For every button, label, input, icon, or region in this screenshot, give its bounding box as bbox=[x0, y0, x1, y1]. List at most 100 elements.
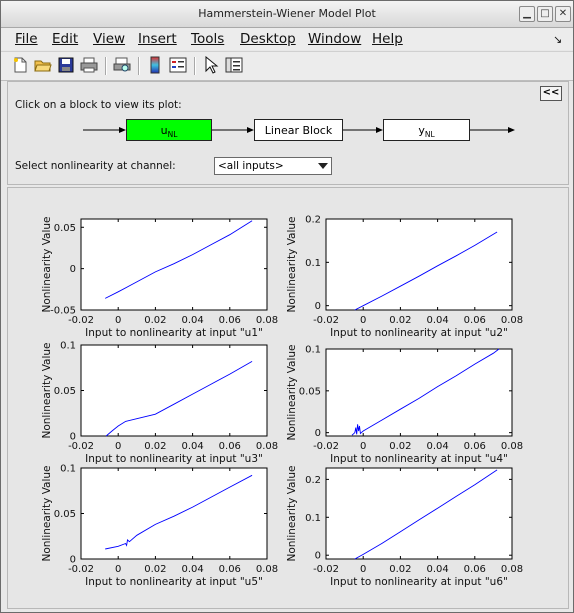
x-axis-label: Input to nonlinearity at input "u2" bbox=[330, 327, 508, 339]
x-axis-label: Input to nonlinearity at input "u3" bbox=[85, 453, 263, 465]
menu-desktop[interactable]: Desktop bbox=[240, 31, 296, 47]
menu-desktop-label: Desktop bbox=[240, 31, 296, 47]
x-tick-label: -0.02 bbox=[68, 564, 94, 575]
menu-insert[interactable]: Insert bbox=[138, 31, 177, 47]
y-tick-label: 0 bbox=[70, 432, 76, 443]
axes-box bbox=[80, 344, 268, 437]
y-axis-label: Nonlinearity Value bbox=[286, 465, 298, 561]
menu-window[interactable]: Window bbox=[308, 31, 361, 47]
x-tick-label: -0.02 bbox=[313, 564, 339, 575]
x-axis-label: Input to nonlinearity at input "u1" bbox=[85, 327, 263, 339]
block-label: Linear Block bbox=[264, 124, 333, 137]
menu-edit[interactable]: Edit bbox=[52, 31, 78, 47]
y-axis-label: Nonlinearity Value bbox=[41, 465, 53, 561]
x-tick-label: 0.06 bbox=[464, 441, 486, 452]
new-figure-icon[interactable] bbox=[11, 56, 29, 74]
menu-file[interactable]: File bbox=[15, 31, 38, 47]
x-tick-label: 0.08 bbox=[256, 441, 278, 452]
block-diagram-arrows bbox=[83, 127, 515, 133]
axes-box bbox=[325, 218, 513, 311]
y-tick-label: 0 bbox=[70, 264, 76, 275]
property-editor-icon[interactable] bbox=[225, 56, 243, 74]
x-axis-label: Input to nonlinearity at input "u4" bbox=[330, 453, 508, 465]
menu-tools-label: Tools bbox=[191, 31, 225, 47]
menu-help[interactable]: Help bbox=[372, 31, 403, 47]
x-tick-label: -0.02 bbox=[68, 441, 94, 452]
pointer-icon[interactable] bbox=[202, 56, 220, 74]
colorbar-icon[interactable] bbox=[146, 56, 164, 74]
x-tick-label: 0.02 bbox=[389, 441, 411, 452]
menu-tools[interactable]: Tools bbox=[191, 31, 224, 47]
x-tick-label: -0.02 bbox=[313, 315, 339, 326]
x-tick-label: 0.04 bbox=[426, 315, 448, 326]
y-tick-label: -0.05 bbox=[50, 306, 76, 317]
y-tick-label: 0.1 bbox=[305, 513, 321, 524]
x-tick-label: 0.08 bbox=[256, 564, 278, 575]
output-nonlinearity-block[interactable]: yNL bbox=[383, 119, 470, 141]
y-tick-label: 0.05 bbox=[54, 386, 76, 397]
x-tick-label: 0.06 bbox=[219, 441, 241, 452]
nonlinearity-plots: -0.02 0 0.02 0.04 0.06 0.08-0.0500.05Input to… bbox=[41, 215, 523, 589]
print-preview-icon[interactable] bbox=[113, 56, 131, 74]
y-tick-label: 0.1 bbox=[305, 345, 321, 356]
x-tick-label: 0 bbox=[360, 564, 366, 575]
x-tick-label: 0.06 bbox=[219, 315, 241, 326]
y-axis-label: Nonlinearity Value bbox=[286, 344, 298, 440]
y-tick-label: 0.05 bbox=[54, 223, 76, 234]
toolbar-separator bbox=[138, 57, 140, 75]
chevron-down-icon bbox=[318, 163, 328, 169]
x-tick-label: 0 bbox=[360, 315, 366, 326]
menu-file-label: File bbox=[15, 31, 38, 47]
x-tick-label: 0.08 bbox=[501, 441, 523, 452]
block-subscript: NL bbox=[424, 130, 435, 140]
menu-edit-label: Edit bbox=[52, 31, 79, 47]
toolbar-separator bbox=[105, 57, 107, 75]
y-tick-label: 0.1 bbox=[60, 464, 76, 475]
x-tick-label: 0.04 bbox=[181, 564, 203, 575]
print-icon[interactable] bbox=[80, 56, 98, 74]
channel-select-value: <all inputs> bbox=[218, 160, 284, 172]
y-tick-label: 0.05 bbox=[299, 386, 321, 397]
y-tick-label: 0.1 bbox=[60, 341, 76, 352]
x-tick-label: 0.02 bbox=[389, 564, 411, 575]
menu-window-label: Window bbox=[308, 31, 362, 47]
menu-help-label: Help bbox=[372, 31, 403, 47]
x-tick-label: 0.06 bbox=[219, 564, 241, 575]
close-icon[interactable]: ✕ bbox=[555, 6, 571, 22]
y-tick-label: 0 bbox=[70, 555, 76, 566]
linear-block[interactable]: Linear Block bbox=[254, 119, 343, 141]
block-diagram-panel: << Click on a block to view its plot: uN… bbox=[7, 81, 569, 185]
minimize-icon[interactable]: ▁ bbox=[519, 6, 535, 22]
block-label: u bbox=[160, 124, 168, 137]
menu-bar: File Edit View Insert Tools Desktop Wind… bbox=[1, 28, 573, 50]
channel-select[interactable]: <all inputs> bbox=[214, 157, 332, 175]
x-tick-label: 0.08 bbox=[501, 564, 523, 575]
legend-icon[interactable] bbox=[169, 56, 187, 74]
y-tick-label: 0 bbox=[315, 551, 321, 562]
open-file-icon[interactable] bbox=[34, 56, 52, 74]
plot-panel: -0.02 0 0.02 0.04 0.06 0.08 -0.05 0 0.05 Input to… bbox=[7, 187, 569, 609]
maximize-icon[interactable]: □ bbox=[537, 6, 553, 22]
x-tick-label: 0.02 bbox=[144, 441, 166, 452]
x-tick-label: 0.04 bbox=[181, 315, 203, 326]
input-nonlinearity-block[interactable]: uNL bbox=[126, 119, 212, 141]
dock-arrow-icon[interactable]: ↘ bbox=[553, 33, 562, 46]
channel-select-label: Select nonlinearity at channel: bbox=[15, 160, 176, 172]
axes-box bbox=[325, 348, 513, 437]
x-tick-label: 0 bbox=[115, 315, 121, 326]
x-axis-label: Input to nonlinearity at input "u5" bbox=[85, 576, 263, 588]
y-tick-label: 0.05 bbox=[54, 509, 76, 520]
x-tick-label: 0.02 bbox=[144, 564, 166, 575]
save-icon[interactable] bbox=[57, 56, 75, 74]
figure-window: Hammerstein-Wiener Model Plot ▁ □ ✕ File… bbox=[0, 0, 574, 613]
y-axis-label: Nonlinearity Value bbox=[41, 342, 53, 438]
window-title: Hammerstein-Wiener Model Plot bbox=[198, 7, 376, 20]
x-tick-label: 0.04 bbox=[181, 441, 203, 452]
toolbar bbox=[1, 51, 573, 81]
x-tick-label: 0 bbox=[115, 441, 121, 452]
x-tick-label: 0 bbox=[360, 441, 366, 452]
x-tick-label: 0.02 bbox=[144, 315, 166, 326]
menu-view[interactable]: View bbox=[93, 31, 125, 47]
x-tick-label: 0.04 bbox=[426, 441, 448, 452]
y-tick-label: 0.1 bbox=[305, 258, 321, 269]
